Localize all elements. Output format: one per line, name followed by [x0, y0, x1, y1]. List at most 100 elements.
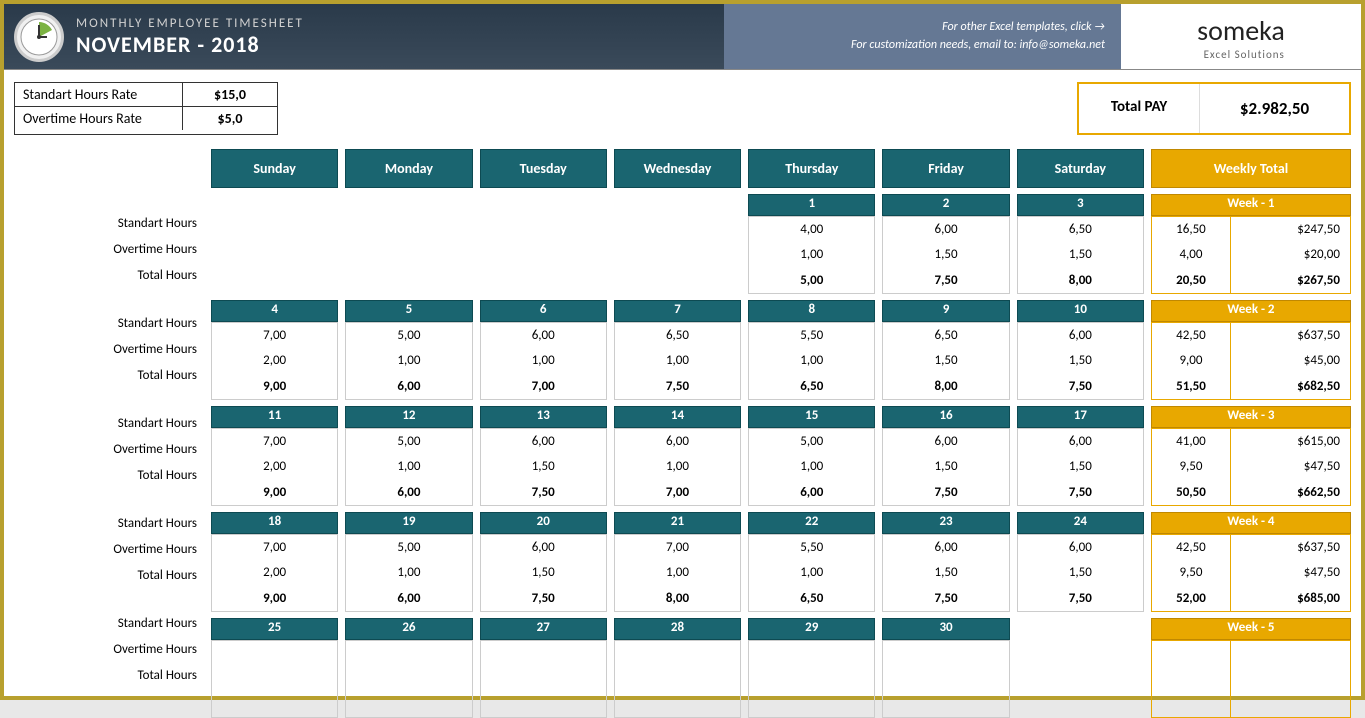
std-hours-cell[interactable] — [211, 640, 338, 666]
total-pay-box: Total PAY $2.982,50 — [1077, 82, 1351, 135]
std-hours-cell[interactable]: 6,00 — [480, 322, 607, 348]
ot-hours-cell[interactable] — [480, 666, 607, 692]
ot-hours-cell[interactable]: 1,00 — [614, 560, 741, 586]
std-hours-cell[interactable]: 4,00 — [748, 216, 875, 242]
ot-hours-cell[interactable] — [748, 666, 875, 692]
day-column: 206,001,507,50 — [480, 512, 607, 612]
ot-hours-cell[interactable]: 1,50 — [882, 560, 1009, 586]
std-hours-cell[interactable]: 5,00 — [345, 534, 472, 560]
sheet-title: MONTHLY EMPLOYEE TIMESHEET — [76, 16, 304, 31]
ot-hours-cell[interactable]: 2,00 — [211, 454, 338, 480]
std-hours-cell[interactable]: 6,50 — [882, 322, 1009, 348]
std-hours-cell[interactable] — [480, 640, 607, 666]
day-column: 29 — [748, 618, 875, 718]
total-hours-cell: 8,00 — [1017, 268, 1144, 294]
std-hours-cell[interactable]: 5,00 — [345, 322, 472, 348]
std-hours-cell[interactable]: 6,00 — [882, 216, 1009, 242]
std-hours-cell[interactable]: 6,50 — [1017, 216, 1144, 242]
day-column: 125,001,006,00 — [345, 406, 472, 506]
day-column: 117,002,009,00 — [211, 406, 338, 506]
day-column: 217,001,008,00 — [614, 512, 741, 612]
std-hours-cell[interactable] — [614, 640, 741, 666]
day-number: 11 — [211, 406, 338, 428]
ot-hours-cell[interactable]: 1,50 — [480, 454, 607, 480]
ot-hours-cell[interactable]: 1,00 — [614, 454, 741, 480]
total-hours-cell: 7,00 — [614, 480, 741, 506]
std-hours-cell[interactable]: 6,00 — [480, 534, 607, 560]
total-hours-label: Total Hours — [14, 563, 211, 589]
ot-hours-cell[interactable]: 1,00 — [748, 454, 875, 480]
ot-hours-cell[interactable] — [345, 666, 472, 692]
std-hours-cell[interactable]: 6,00 — [1017, 534, 1144, 560]
ot-hours-cell[interactable]: 1,50 — [1017, 348, 1144, 374]
ot-hours-cell[interactable]: 1,50 — [1017, 454, 1144, 480]
ot-hours-cell[interactable]: 1,50 — [882, 242, 1009, 268]
ot-hours-cell[interactable]: 1,00 — [614, 348, 741, 374]
total-hours-cell: 7,50 — [480, 586, 607, 612]
std-hours-cell[interactable]: 7,00 — [211, 428, 338, 454]
ot-hours-cell[interactable]: 1,00 — [748, 242, 875, 268]
week-row: 117,002,009,00125,001,006,00136,001,507,… — [211, 406, 1351, 506]
ot-hours-cell[interactable]: 1,50 — [882, 454, 1009, 480]
ot-hours-cell[interactable]: 1,50 — [882, 348, 1009, 374]
std-hours-cell[interactable]: 6,00 — [614, 428, 741, 454]
ot-hours-cell[interactable] — [882, 666, 1009, 692]
day-column: 176,001,507,50 — [1017, 406, 1144, 506]
std-hours-cell[interactable]: 6,00 — [1017, 322, 1144, 348]
row-labels-column: Standart HoursOvertime HoursTotal HoursS… — [14, 149, 211, 718]
timesheet-wrapper: MONTHLY EMPLOYEE TIMESHEET NOVEMBER - 20… — [0, 0, 1365, 700]
ot-hours-label: Overtime Hours — [14, 237, 211, 263]
day-column: 187,002,009,00 — [211, 512, 338, 612]
total-hours-cell: 6,00 — [748, 480, 875, 506]
std-hours-cell[interactable]: 5,50 — [748, 534, 875, 560]
std-hours-cell[interactable]: 7,00 — [211, 322, 338, 348]
ot-hours-cell[interactable] — [211, 666, 338, 692]
std-hours-cell[interactable]: 6,00 — [882, 534, 1009, 560]
day-number: 9 — [882, 300, 1009, 322]
ot-hours-cell[interactable]: 1,50 — [1017, 242, 1144, 268]
day-number: 21 — [614, 512, 741, 534]
ot-hours-cell[interactable]: 1,00 — [748, 560, 875, 586]
std-hours-cell[interactable]: 7,00 — [211, 534, 338, 560]
ot-hours-cell[interactable]: 2,00 — [211, 560, 338, 586]
std-hours-cell[interactable]: 7,00 — [614, 534, 741, 560]
week-row: 187,002,009,00195,001,006,00206,001,507,… — [211, 512, 1351, 612]
std-hours-cell[interactable]: 5,00 — [748, 428, 875, 454]
std-hours-cell[interactable] — [345, 640, 472, 666]
std-hours-label: Standart Hours — [14, 211, 211, 237]
week-std-row: 41,00$615,00 — [1151, 428, 1351, 454]
ot-hours-cell[interactable]: 1,00 — [480, 348, 607, 374]
std-hours-cell[interactable] — [882, 640, 1009, 666]
sheet-body: Standart Hours Rate $15,0 Overtime Hours… — [4, 70, 1361, 718]
ot-hours-cell[interactable] — [614, 666, 741, 692]
ot-hours-cell[interactable]: 1,00 — [345, 348, 472, 374]
total-hours-cell: 8,00 — [882, 374, 1009, 400]
brand-logo: someka Excel Solutions — [1121, 4, 1361, 69]
total-hours-cell: 6,50 — [748, 374, 875, 400]
ot-rate-value[interactable]: $5,0 — [183, 107, 277, 130]
ot-hours-cell[interactable]: 1,00 — [345, 560, 472, 586]
ot-hours-cell[interactable]: 2,00 — [211, 348, 338, 374]
std-hours-cell[interactable]: 6,00 — [1017, 428, 1144, 454]
ot-hours-label: Overtime Hours — [14, 337, 211, 363]
week-name: Week - 4 — [1151, 512, 1351, 534]
ot-hours-label: Overtime Hours — [14, 437, 211, 463]
std-hours-cell[interactable]: 5,00 — [345, 428, 472, 454]
ot-hours-cell[interactable]: 1,50 — [1017, 560, 1144, 586]
ot-hours-cell[interactable]: 1,00 — [748, 348, 875, 374]
ot-hours-cell[interactable]: 1,00 — [345, 454, 472, 480]
day-number: 16 — [882, 406, 1009, 428]
std-hours-cell[interactable]: 6,50 — [614, 322, 741, 348]
day-column: 26,001,507,50 — [882, 194, 1009, 294]
total-hours-cell: 9,00 — [211, 480, 338, 506]
ot-hours-cell[interactable]: 1,50 — [480, 560, 607, 586]
std-rate-value[interactable]: $15,0 — [183, 83, 277, 106]
day-header: Wednesday — [614, 149, 741, 188]
std-hours-cell[interactable]: 6,00 — [480, 428, 607, 454]
std-hours-cell[interactable] — [748, 640, 875, 666]
std-hours-cell[interactable]: 6,00 — [882, 428, 1009, 454]
week-ot-row: 9,00$45,00 — [1151, 348, 1351, 374]
std-hours-cell[interactable]: 5,50 — [748, 322, 875, 348]
week-std-row: 16,50$247,50 — [1151, 216, 1351, 242]
total-hours-cell — [882, 692, 1009, 718]
